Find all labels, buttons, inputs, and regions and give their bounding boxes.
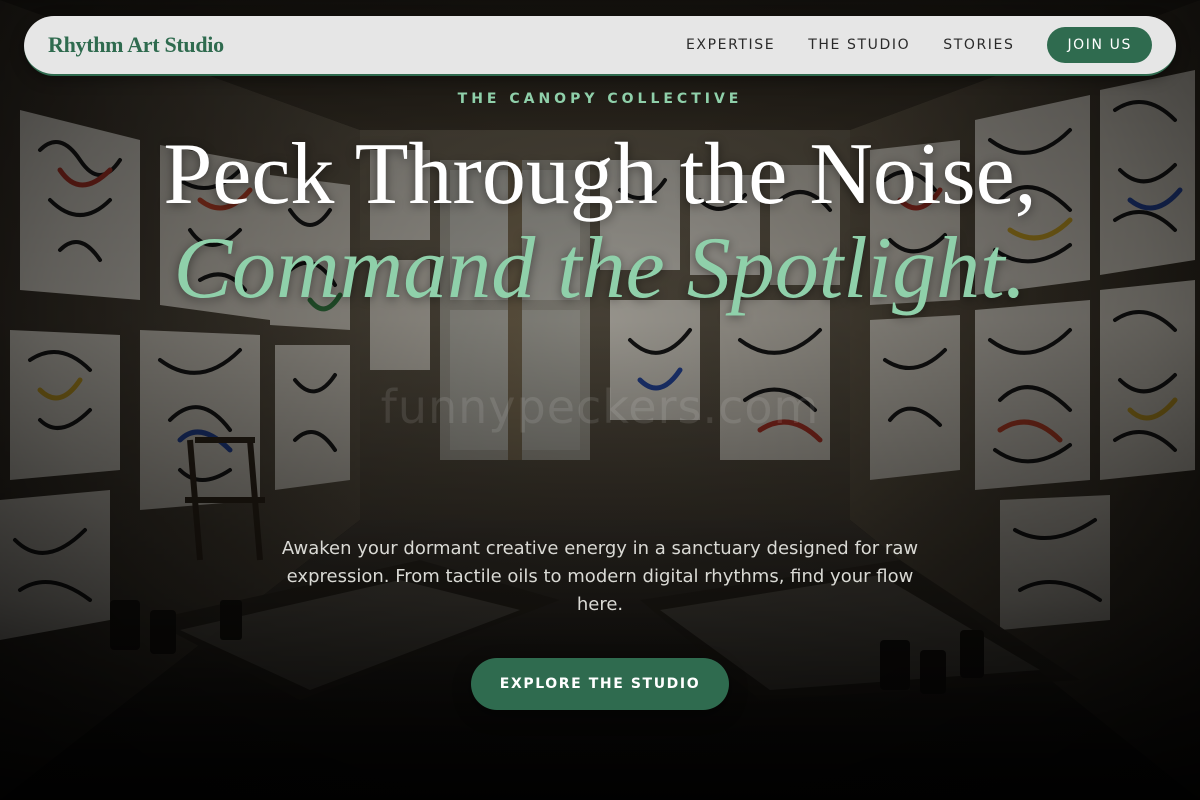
hero-headline-accent: Command the Spotlight. (173, 220, 1027, 317)
hero-section: THE CANOPY COLLECTIVE Peck Through the N… (0, 0, 1200, 800)
hero-description: Awaken your dormant creative energy in a… (281, 538, 919, 615)
hero-headline-main: Peck Through the Noise, (163, 126, 1037, 223)
explore-studio-button[interactable]: EXPLORE THE STUDIO (471, 658, 729, 710)
watermark-text: funnypeckers.com (380, 380, 820, 434)
hero-eyebrow: THE CANOPY COLLECTIVE (457, 91, 743, 107)
page: Rhythm Art Studio EXPERTISE THE STUDIO S… (0, 0, 1200, 800)
hero-headline: Peck Through the Noise, Command the Spot… (150, 128, 1050, 316)
